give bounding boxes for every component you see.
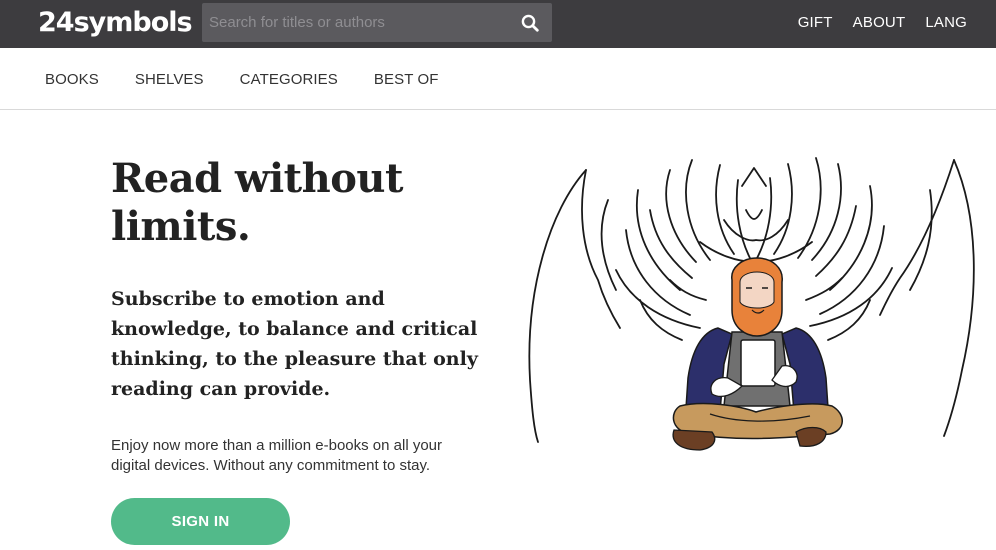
- sign-in-button[interactable]: SIGN IN: [111, 498, 290, 545]
- nav-lang[interactable]: LANG: [925, 14, 967, 31]
- hero-title: Read without limits.: [111, 155, 511, 251]
- subnav-best-of[interactable]: BEST OF: [374, 71, 439, 88]
- subnav-books[interactable]: BOOKS: [45, 71, 99, 88]
- nav-about[interactable]: ABOUT: [853, 14, 906, 31]
- search-icon: [521, 14, 539, 32]
- hero-title-line1: Read without: [111, 155, 403, 202]
- subnav-categories[interactable]: CATEGORIES: [240, 71, 338, 88]
- subnav-shelves[interactable]: SHELVES: [135, 71, 204, 88]
- search-input[interactable]: [202, 3, 502, 42]
- hero-title-line2: limits.: [111, 203, 251, 250]
- site-logo[interactable]: 24symbols: [38, 6, 193, 40]
- top-bar: 24symbols GIFT ABOUT LANG: [0, 0, 996, 48]
- hero-description: Enjoy now more than a million e-books on…: [111, 437, 443, 474]
- hero-subtitle: Subscribe to emotion and knowledge, to b…: [111, 288, 478, 400]
- reader-on-throne-illustration: [528, 157, 975, 451]
- search-button[interactable]: [508, 3, 552, 42]
- nav-gift[interactable]: GIFT: [798, 14, 833, 31]
- top-nav: GIFT ABOUT LANG: [798, 0, 967, 44]
- category-nav: BOOKS SHELVES CATEGORIES BEST OF: [0, 48, 996, 110]
- search-box: [202, 3, 552, 42]
